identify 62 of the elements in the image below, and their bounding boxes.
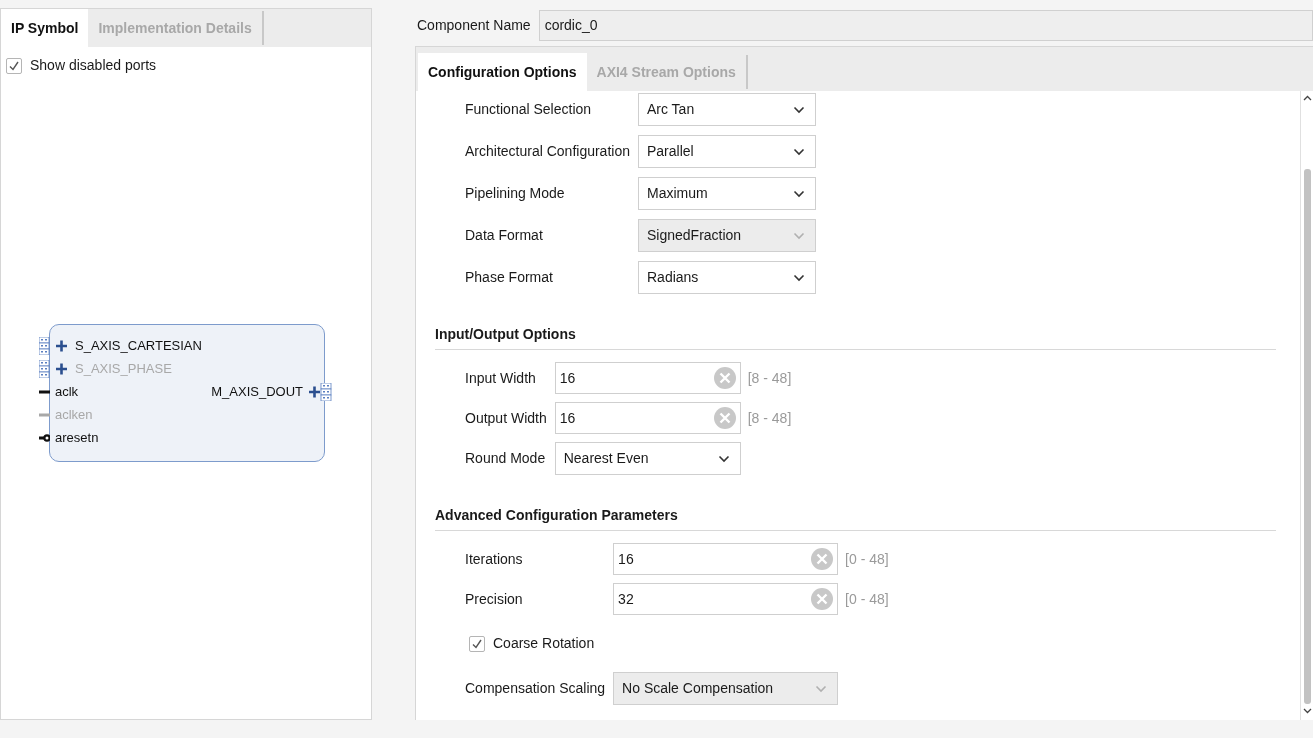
dropdown[interactable]: Maximum [638,177,816,210]
clear-icon [810,587,835,611]
number-field[interactable]: 16 [554,362,741,394]
field-label: Phase Format [465,268,554,287]
check-icon [471,637,483,650]
clear-icon [712,366,737,390]
field-label: Iterations [465,549,524,569]
number-field[interactable]: 16 [554,402,741,434]
checkbox[interactable] [6,57,22,74]
port-label: aclk [55,383,79,402]
port-label: aclken [55,406,93,425]
field-label: Output Width [465,408,547,428]
number-field[interactable]: 32 [613,583,839,615]
field-label: Precision [465,589,524,609]
chevron-down-icon [793,231,805,240]
field-label: Pipelining Mode [465,184,566,203]
scrollbar-thumb[interactable] [1303,169,1311,704]
clock-port-icon [39,390,50,394]
tab[interactable]: Configuration Options [418,53,587,91]
dropdown[interactable]: Arc Tan [638,93,816,126]
range-hint: [8 - 48] [747,408,793,428]
checkbox-label[interactable]: Show disabled ports [30,55,157,76]
port-label: S_AXIS_PHASE [75,360,172,379]
clear-icon [810,547,835,571]
field-label: Component Name [417,15,531,35]
checkbox[interactable] [469,635,485,652]
dropdown[interactable]: Nearest Even [554,442,741,475]
range-hint: [0 - 48] [845,549,890,569]
chevron-down-icon [815,684,828,693]
field-label: Architectural Configuration [465,142,630,161]
bus-port-icon [39,337,68,355]
port-label: aresetn [55,429,99,448]
range-hint: [8 - 48] [747,368,793,388]
field-label: Data Format [465,226,544,245]
field-label: Round Mode [465,449,547,468]
clock-port-icon [39,413,50,417]
field-label: Input Width [465,368,537,388]
tab[interactable]: IP Symbol [1,9,89,47]
section-heading: Advanced Configuration Parameters [435,505,1276,531]
dropdown[interactable]: Parallel [638,135,816,168]
range-hint: [0 - 48] [845,589,890,609]
chevron-down-icon [793,273,805,282]
port-label: M_AXIS_DOUT [211,383,303,402]
field-label: Compensation Scaling [465,679,606,698]
scrollbar[interactable] [1300,91,1313,720]
chevron-down-icon [793,189,805,198]
checkbox-label[interactable]: Coarse Rotation [493,633,595,654]
section-heading: Input/Output Options [435,324,1276,350]
chevron-down-icon [793,147,805,156]
dropdown[interactable]: Radians [638,261,816,294]
scroll-up-icon [1302,95,1312,101]
clear-icon [712,406,737,430]
check-icon [8,59,20,72]
reset-port-icon [39,434,50,442]
field-label: Functional Selection [465,100,593,119]
port-label: S_AXIS_CARTESIAN [75,337,202,356]
bus-port-icon [39,360,68,378]
scroll-down-icon [1302,708,1312,714]
component-name-field[interactable]: cordic_0 [538,9,1313,41]
chevron-down-icon [717,454,730,463]
chevron-down-icon [793,105,805,114]
number-field[interactable]: 16 [613,543,839,575]
